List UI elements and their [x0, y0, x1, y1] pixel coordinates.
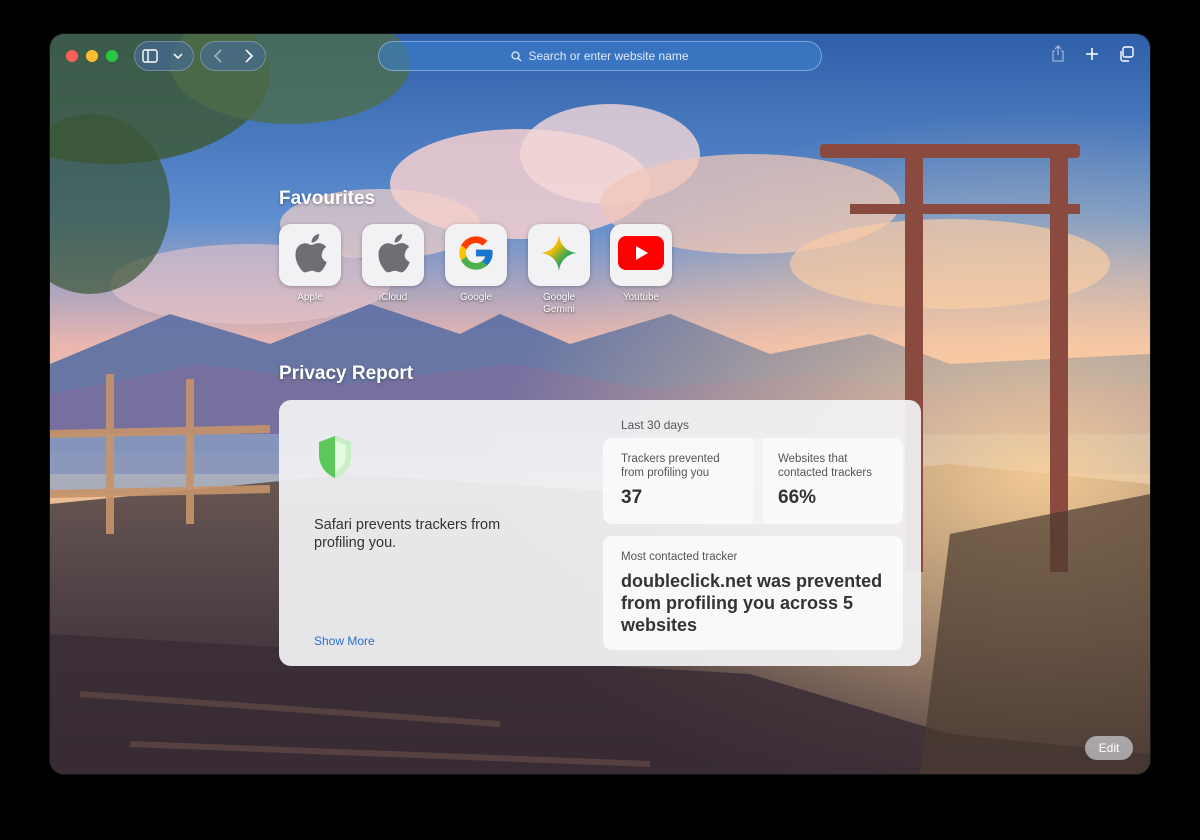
favourite-label: iCloud	[378, 292, 408, 303]
favourite-youtube[interactable]: Youtube	[609, 224, 673, 304]
most-contacted-tracker-box: Most contacted tracker doubleclick.net w…	[603, 536, 903, 650]
sidebar-toggle-group	[134, 41, 194, 71]
navigation-group	[200, 41, 266, 71]
favourite-tile	[610, 224, 672, 286]
google-g-icon	[456, 233, 496, 278]
apple-logo-icon	[374, 231, 412, 280]
most-contacted-tracker-text: doubleclick.net was prevented from profi…	[621, 571, 883, 635]
minimize-window-button[interactable]	[86, 50, 98, 62]
privacy-report-card[interactable]: Safari prevents trackers from profiling …	[279, 400, 921, 666]
new-tab-button[interactable]	[1080, 44, 1104, 68]
privacy-report-heading: Privacy Report	[279, 363, 414, 384]
favourites-heading: Favourites	[279, 188, 376, 209]
back-button[interactable]	[203, 42, 233, 70]
favourite-label: Youtube	[622, 292, 660, 303]
share-icon	[1051, 45, 1065, 67]
most-contacted-label: Most contacted tracker	[621, 551, 738, 563]
favourite-tile	[279, 224, 341, 286]
favourite-apple[interactable]: Apple	[278, 224, 342, 304]
toolbar: Search or enter website name	[50, 34, 1150, 78]
favourite-tile	[445, 224, 507, 286]
websites-contacted-value: 66%	[778, 487, 817, 508]
privacy-stats-box: Trackers prevented from profiling you 37…	[603, 438, 903, 524]
youtube-play-icon	[618, 235, 664, 275]
favourite-google-gemini[interactable]: Google Gemini	[527, 224, 591, 316]
plus-icon	[1085, 47, 1099, 66]
sidebar-toggle-button[interactable]	[135, 42, 165, 70]
chevron-right-icon	[245, 49, 253, 63]
close-window-button[interactable]	[66, 50, 78, 62]
search-icon	[511, 50, 522, 62]
forward-button[interactable]	[234, 42, 264, 70]
favourite-label: Google	[459, 292, 493, 303]
favourite-tile	[362, 224, 424, 286]
websites-contacted-label: Websites that contacted trackers	[778, 453, 872, 479]
address-placeholder: Search or enter website name	[528, 49, 689, 63]
report-period: Last 30 days	[621, 418, 690, 432]
address-bar[interactable]: Search or enter website name	[378, 41, 822, 71]
show-more-link[interactable]: Show More	[314, 634, 375, 648]
favourite-label: Google Gemini	[542, 292, 576, 315]
favourite-google[interactable]: Google	[444, 224, 508, 304]
favourite-label: Apple	[297, 292, 323, 303]
tab-overview-button[interactable]	[1114, 44, 1138, 68]
sidebar-icon	[142, 49, 158, 63]
trackers-prevented-label: Trackers prevented from profiling you	[621, 453, 720, 479]
share-button[interactable]	[1046, 44, 1070, 68]
zoom-window-button[interactable]	[106, 50, 118, 62]
tab-overview-icon	[1118, 45, 1134, 67]
trackers-prevented-value: 37	[621, 487, 643, 508]
stat-divider	[753, 438, 763, 524]
apple-logo-icon	[291, 231, 329, 280]
privacy-message: Safari prevents trackers from profiling …	[314, 517, 501, 551]
chevron-left-icon	[214, 49, 222, 63]
tab-group-menu-button[interactable]	[163, 42, 193, 70]
favourite-tile	[528, 224, 590, 286]
shield-icon	[317, 435, 353, 484]
safari-window: Search or enter website name Favourites …	[50, 34, 1150, 774]
favourite-icloud[interactable]: iCloud	[361, 224, 425, 304]
edit-button[interactable]: Edit	[1085, 736, 1133, 760]
chevron-down-icon	[173, 53, 183, 59]
gemini-star-icon	[539, 233, 579, 278]
